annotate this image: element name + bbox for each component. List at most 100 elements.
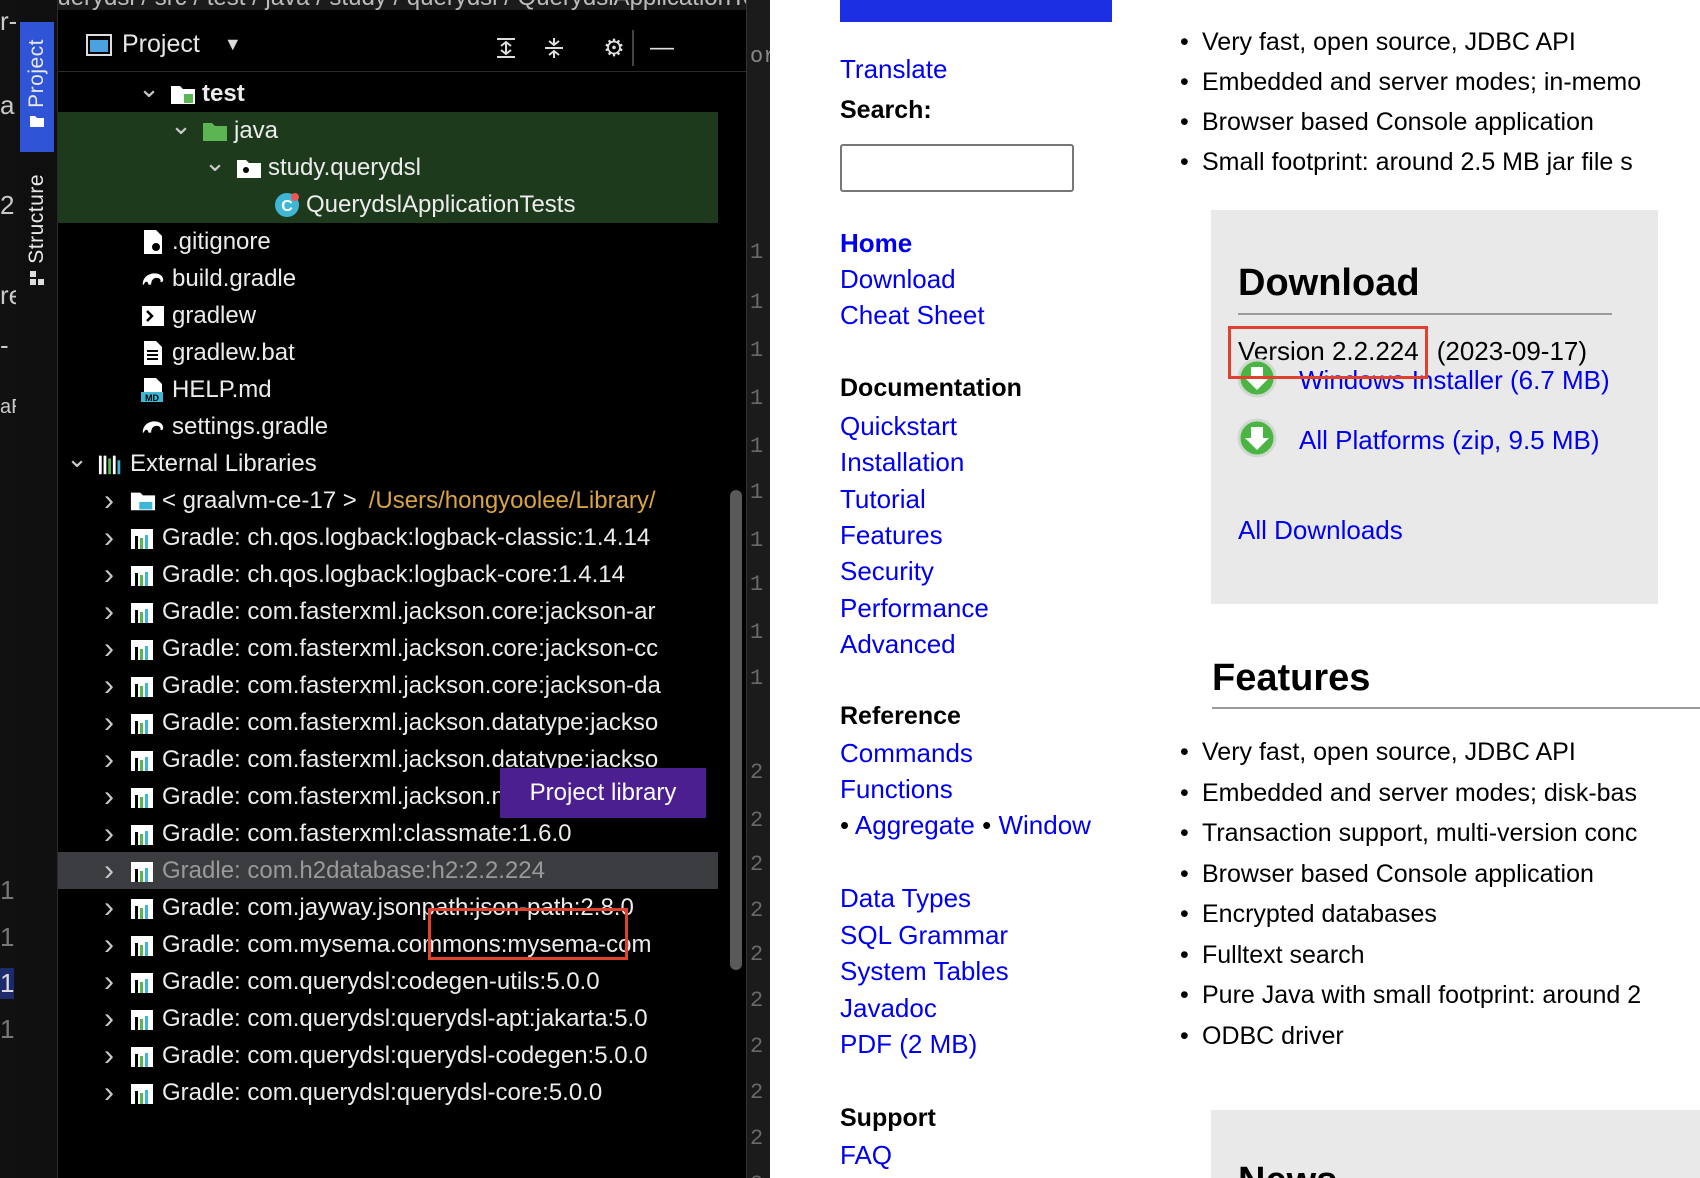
edge-text: 1 bbox=[0, 875, 15, 905]
nav-doc-link[interactable]: Features bbox=[840, 520, 943, 551]
nav-reference-link[interactable]: System Tables bbox=[840, 956, 1009, 987]
chevron-down-icon[interactable]: ⌄ bbox=[66, 445, 88, 474]
tree-node-label: QuerydslApplicationTests bbox=[306, 190, 576, 218]
gutter-line-number: 2 bbox=[750, 808, 764, 833]
library-icon bbox=[130, 895, 156, 921]
news-title: News bbox=[1238, 1160, 1337, 1178]
tree-node[interactable]: › Gradle: ch.qos.logback:logback-classic:… bbox=[58, 519, 718, 556]
tab-structure[interactable]: Structure bbox=[20, 168, 54, 298]
chevron-right-icon[interactable]: › bbox=[98, 1076, 120, 1110]
chevron-right-icon[interactable]: › bbox=[98, 1002, 120, 1036]
tree-node[interactable]: › Gradle: com.fasterxml.jackson.core:jack… bbox=[58, 593, 718, 630]
tree-node[interactable]: › Gradle: ch.qos.logback:logback-core:1.4… bbox=[58, 556, 718, 593]
chevron-right-icon[interactable]: › bbox=[98, 595, 120, 629]
tree-node[interactable]: gradlew.bat bbox=[58, 334, 718, 371]
hide-panel-button[interactable]: — bbox=[648, 34, 676, 62]
nav-doc-link[interactable]: Advanced bbox=[840, 629, 956, 660]
nav-cheat-sheet-link[interactable]: Cheat Sheet bbox=[840, 300, 985, 331]
nav-home-link[interactable]: Home bbox=[840, 228, 912, 259]
chevron-right-icon[interactable]: › bbox=[98, 780, 120, 814]
nav-doc-link[interactable]: Installation bbox=[840, 447, 964, 478]
chevron-right-icon[interactable]: › bbox=[98, 484, 120, 518]
edge-text: r- bbox=[0, 6, 18, 36]
all-downloads-link[interactable]: All Downloads bbox=[1238, 515, 1403, 546]
nav-reference-link[interactable]: Javadoc bbox=[840, 993, 937, 1024]
tree-node[interactable]: › Gradle: com.fasterxml.jackson.core:jack… bbox=[58, 667, 718, 704]
tab-project[interactable]: Project bbox=[20, 22, 54, 152]
tree-node[interactable]: › Gradle: com.querydsl:codegen-utils:5.0.… bbox=[58, 963, 718, 1000]
project-view-selector[interactable]: Project ▼ bbox=[86, 30, 242, 59]
svg-text:MD: MD bbox=[145, 393, 159, 403]
nav-aggregate-link[interactable]: Aggregate bbox=[855, 810, 975, 840]
chevron-right-icon[interactable]: › bbox=[98, 743, 120, 777]
tree-node[interactable]: C QuerydslApplicationTests bbox=[58, 186, 718, 223]
library-icon bbox=[130, 1006, 156, 1032]
tree-node[interactable]: › Gradle: com.fasterxml.jackson.datatype:… bbox=[58, 704, 718, 741]
chevron-right-icon[interactable]: › bbox=[98, 558, 120, 592]
tree-node[interactable]: ⌄ java bbox=[58, 112, 718, 149]
all-platforms-link[interactable]: All Platforms (zip, 9.5 MB) bbox=[1299, 425, 1600, 456]
chevron-right-icon[interactable]: › bbox=[98, 1039, 120, 1073]
chevron-right-icon[interactable]: › bbox=[98, 891, 120, 925]
library-icon bbox=[130, 562, 156, 588]
package-icon bbox=[236, 155, 262, 181]
tree-node-label: Gradle: com.querydsl:querydsl-codegen:5.… bbox=[162, 1041, 648, 1069]
library-icon bbox=[130, 599, 156, 625]
tree-node-selected[interactable]: › Gradle: com.h2database:h2:2.2.224 bbox=[58, 852, 718, 889]
chevron-down-icon: ▼ bbox=[223, 34, 242, 54]
tree-node[interactable]: .gitignore bbox=[58, 223, 718, 260]
h2-logo[interactable] bbox=[840, 0, 1112, 22]
chevron-right-icon[interactable]: › bbox=[98, 817, 120, 851]
nav-faq-link[interactable]: FAQ bbox=[840, 1140, 892, 1171]
folder-icon bbox=[30, 116, 44, 128]
chevron-right-icon[interactable]: › bbox=[98, 706, 120, 740]
tree-node[interactable]: › Gradle: com.querydsl:querydsl-apt:jakar… bbox=[58, 1000, 718, 1037]
nav-doc-link[interactable]: Security bbox=[840, 556, 934, 587]
nav-doc-link[interactable]: Performance bbox=[840, 593, 989, 624]
tree-node[interactable]: gradlew bbox=[58, 297, 718, 334]
chevron-right-icon[interactable]: › bbox=[98, 632, 120, 666]
tree-node[interactable]: ⌄ External Libraries bbox=[58, 445, 718, 482]
search-input[interactable] bbox=[840, 144, 1074, 192]
nav-reference-link[interactable]: Data Types bbox=[840, 883, 971, 914]
chevron-right-icon[interactable]: › bbox=[98, 521, 120, 555]
nav-reference-link[interactable]: SQL Grammar bbox=[840, 920, 1008, 951]
nav-reference-link[interactable]: PDF (2 MB) bbox=[840, 1029, 977, 1060]
tree-node-label: External Libraries bbox=[130, 449, 317, 477]
chevron-right-icon[interactable]: › bbox=[98, 965, 120, 999]
tree-node[interactable]: MD HELP.md bbox=[58, 371, 718, 408]
nav-doc-link[interactable]: Tutorial bbox=[840, 484, 926, 515]
tree-node[interactable]: › Gradle: com.fasterxml:classmate:1.6.0 bbox=[58, 815, 718, 852]
collapse-all-button[interactable] bbox=[540, 34, 568, 62]
tree-node[interactable]: build.gradle bbox=[58, 260, 718, 297]
gradle-icon bbox=[140, 414, 166, 440]
library-icon bbox=[130, 673, 156, 699]
tree-node-label: Gradle: com.fasterxml:classmate:1.6.0 bbox=[162, 819, 572, 847]
tree-scrollbar[interactable] bbox=[730, 490, 742, 970]
expand-all-button[interactable] bbox=[492, 34, 520, 62]
tree-node[interactable]: › Gradle: com.fasterxml.jackson.core:jack… bbox=[58, 630, 718, 667]
translate-link[interactable]: Translate bbox=[840, 54, 947, 85]
panel-title: Project bbox=[122, 30, 200, 58]
tree-node[interactable]: › Gradle: com.querydsl:querydsl-core:5.0.… bbox=[58, 1074, 718, 1111]
nav-functions-link[interactable]: Functions bbox=[840, 774, 953, 805]
search-label: Search: bbox=[840, 96, 932, 124]
chevron-down-icon[interactable]: ⌄ bbox=[170, 112, 192, 141]
tree-node[interactable]: › < graalvm-ce-17 > /Users/hongyoolee/Libr… bbox=[58, 482, 718, 519]
nav-download-link[interactable]: Download bbox=[840, 264, 956, 295]
tree-node[interactable]: settings.gradle bbox=[58, 408, 718, 445]
nav-window-link[interactable]: Window bbox=[998, 810, 1090, 840]
settings-button[interactable]: ⚙ bbox=[600, 34, 628, 62]
tree-node[interactable]: › Gradle: com.querydsl:querydsl-codegen:5… bbox=[58, 1037, 718, 1074]
tree-node[interactable]: ⌄ study.querydsl bbox=[58, 149, 718, 186]
chevron-down-icon[interactable]: ⌄ bbox=[138, 75, 160, 104]
tree-node[interactable]: ⌄ test bbox=[58, 75, 718, 112]
gutter-line-number: 2 bbox=[750, 760, 764, 785]
chevron-down-icon[interactable]: ⌄ bbox=[204, 149, 226, 178]
chevron-right-icon[interactable]: › bbox=[98, 928, 120, 962]
chevron-right-icon[interactable]: › bbox=[98, 669, 120, 703]
nav-commands-link[interactable]: Commands bbox=[840, 738, 973, 769]
nav-doc-link[interactable]: Quickstart bbox=[840, 411, 957, 442]
chevron-right-icon[interactable]: › bbox=[98, 854, 120, 888]
library-icon bbox=[130, 636, 156, 662]
